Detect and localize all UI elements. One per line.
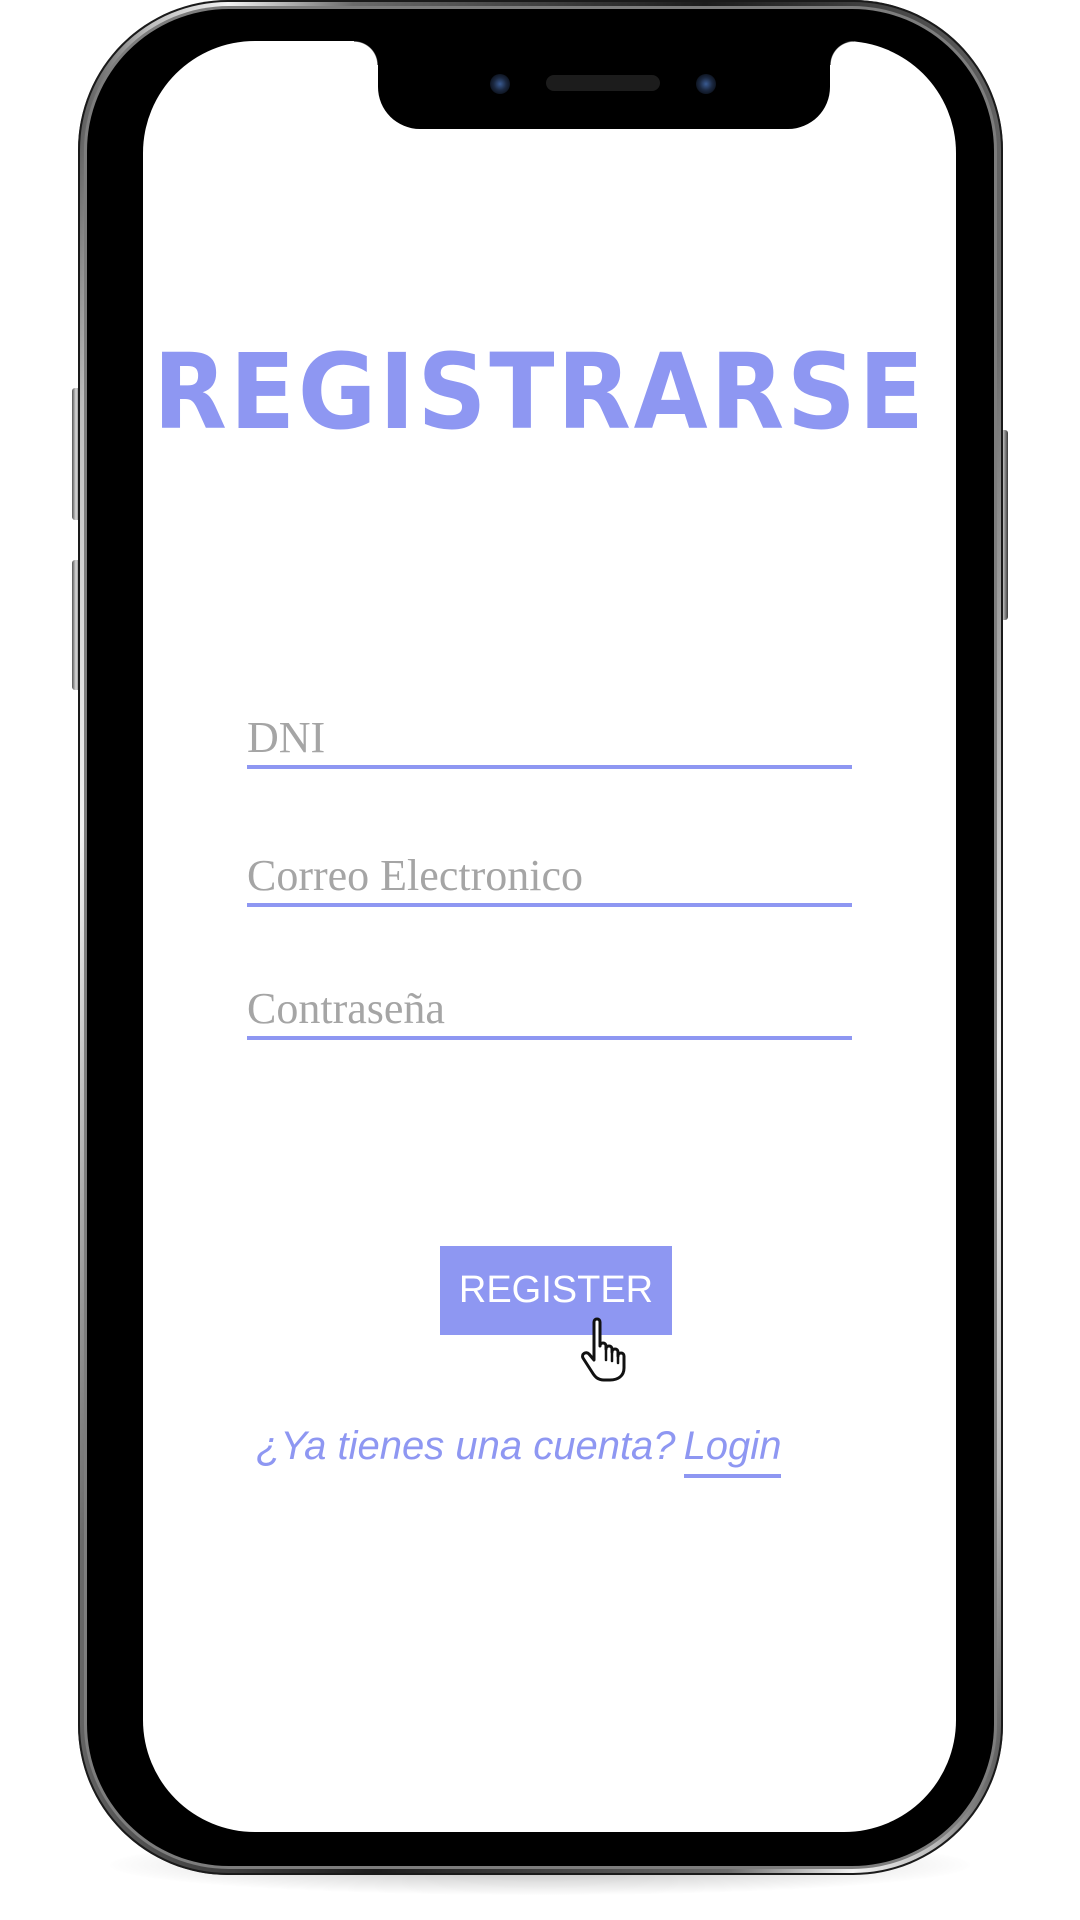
dni-field[interactable]: DNI: [247, 705, 852, 769]
hand-pointer-icon: [581, 1317, 626, 1382]
password-field[interactable]: Contraseña: [247, 976, 852, 1040]
page-title: REGISTRARSE: [153, 331, 927, 453]
email-placeholder: Correo Electronico: [247, 851, 583, 900]
sensor-icon: [490, 74, 510, 94]
phone-frame: [78, 0, 1003, 1875]
phone-bezel: [87, 9, 994, 1866]
login-prompt-line: ¿Ya tienes una cuenta? Login: [256, 1424, 782, 1478]
login-prompt-text: ¿Ya tienes una cuenta?: [256, 1424, 676, 1468]
notch: [354, 41, 854, 129]
speaker-grille: [546, 75, 660, 91]
password-placeholder: Contraseña: [247, 984, 445, 1033]
dni-placeholder: DNI: [247, 713, 326, 762]
email-field[interactable]: Correo Electronico: [247, 843, 852, 907]
login-link[interactable]: Login: [683, 1424, 782, 1478]
phone-screen: [143, 41, 956, 1832]
front-camera-icon: [696, 74, 716, 94]
